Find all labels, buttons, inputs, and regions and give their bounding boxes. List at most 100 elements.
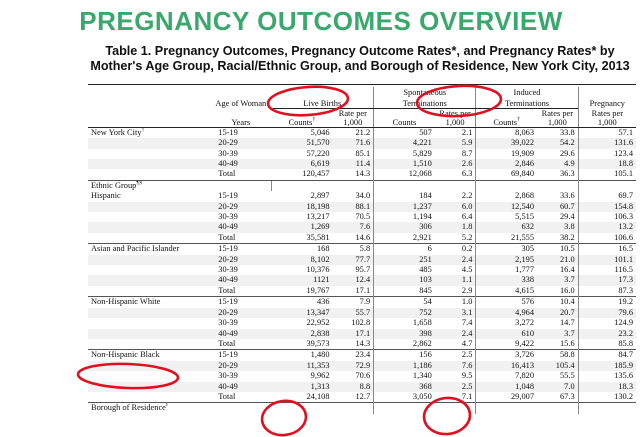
live-births-rate: 70.6 [355,371,371,381]
live-births-count: 18,198 [271,201,333,213]
induced-rate: 33.6 [559,191,575,201]
induced-rate: 60.7 [537,201,579,213]
pregnancy-rate: 18.8 [577,159,636,170]
live-births-count: 168 [271,243,333,255]
table-row: 30-39 9,962 70.6 1,340 9.5 7,820 55.5 135.6 [88,371,636,382]
age-cell: 20-29 [210,360,272,372]
table-row: 20-29 18,198 88.1 1,237 6.0 12,540 60.7 154.8 [88,201,636,213]
pregnancy-rate: 105.1 [577,169,636,181]
age-cell: 15-19 [210,296,272,308]
induced-count: 1,048 [475,381,538,392]
live-births-rate: 21.2 [332,126,374,139]
induced-rate: 38.2 [559,232,575,242]
live-births-rate: 12.4 [332,275,374,286]
row-group-label [88,328,211,339]
induced-rate: 20.7 [537,307,579,319]
induced-count: 16,413 [475,360,538,372]
induced-count: 19,909 [475,148,538,159]
spontaneous-rate: 2.5 [434,381,476,392]
table-row: 30-39 13,217 70.5 1,194 6.4 5,515 29.4 106.3 [88,212,636,223]
live-births-rate: 5.8 [332,243,374,255]
induced-rate: 16.0 [559,285,575,295]
induced-rate: 15.6 [559,338,575,348]
live-births-count: 436 [271,296,333,308]
borough-heading: Borough of Residence‖ [88,402,211,414]
induced-count: 12,540 [475,201,538,213]
page-title: PREGNANCY OUTCOMES OVERVIEW [79,6,563,36]
induced-count: 4,615 [475,285,538,297]
header-induced: Induced [475,87,579,98]
spontaneous-rate: 4.5 [461,265,473,275]
live-births-count: 51,570 [271,138,333,149]
spontaneous-count: 6 [373,243,435,255]
live-births-rate: 34.0 [355,191,371,201]
header-rates-per: Rates per 1,000 [577,108,636,128]
table-row: Non-Hispanic Black 15-19 1,480 23.4 156 2.5 3,… [88,349,636,361]
group-label: Asian and Pacific Islander [91,244,180,254]
spontaneous-count: 4,221 [373,138,435,149]
spontaneous-count: 306 [373,222,435,233]
row-group-label [88,360,211,372]
live-births-count: 10,376 [306,265,330,275]
live-births-rate: 14.3 [355,338,371,348]
age-cell: 15-19 [218,191,238,201]
pregnancy-rate: 69.7 [577,191,636,202]
age-cell: 20-29 [210,201,272,213]
row-group-label: Asian and Pacific Islander [88,243,211,255]
table-row: 40-49 2,838 17.1 398 2.4 610 3.7 23.2 [88,328,636,339]
borough-heading-text: Borough of Residence [91,403,166,413]
live-births-rate: 95.7 [355,265,371,275]
spontaneous-count: 752 [373,307,435,319]
table-row: Total 19,767 17.1 845 2.9 4,615 16.0 87.3 [88,285,636,297]
induced-count: 8,063 [475,126,538,139]
spontaneous-count: 103 [373,275,435,286]
age-cell: 30-39 [218,318,238,328]
live-births-rate: 55.7 [332,307,374,319]
spontaneous-count: 184 [373,191,435,202]
row-group-label [88,318,210,328]
live-births-count: 120,457 [302,169,330,179]
spontaneous-rate: 6.0 [434,201,476,213]
live-births-count: 1121 [271,275,333,286]
row-group-label: Non-Hispanic White [88,296,211,308]
pregnancy-rate: 124.9 [577,318,636,329]
table-row: Total 35,581 14.6 2,921 5.2 21,555 38.2 106.6 [88,232,636,244]
group-label: Hispanic [91,191,121,201]
age-cell: Total [218,232,236,242]
induced-rate: 21.0 [537,254,579,266]
induced-count: 3,272 [475,318,538,329]
header-years: Years [210,108,272,128]
live-births-count: 22,952 [306,318,330,328]
live-births-count: 1,313 [271,381,333,392]
spontaneous-rate: 1.1 [434,275,476,286]
age-cell: 40-49 [210,222,272,233]
spontaneous-rate: 2.6 [434,159,476,170]
live-births-count: 1,480 [271,349,333,361]
table-row: Total 120,457 14.3 12,068 6.3 69,840 36.3 105.1 [88,169,636,181]
spontaneous-rate: 2.2 [461,191,473,201]
age-cell: 30-39 [218,212,238,222]
induced-count: 29,007 [475,391,538,403]
table-row: Hispanic 15-19 2,897 34.0 184 2.2 2,868 33.6 69.… [88,191,636,202]
pregnancy-rate: 87.3 [577,285,636,297]
pregnancy-rate: 19.2 [577,296,636,308]
induced-rate: 33.8 [537,126,579,139]
live-births-rate: 7.9 [332,296,374,308]
table-row: 20-29 11,353 72.9 1,186 7.6 16,413 105.4 185.9 [88,360,636,372]
age-cell: Total [218,391,236,401]
live-births-count: 5,046 [271,126,333,139]
age-cell: 30-39 [218,371,238,381]
age-cell: 20-29 [210,138,272,149]
row-group-label [88,169,210,180]
pregnancy-rate: 79.6 [577,307,636,319]
induced-count: 2,846 [475,159,538,170]
table-row: New York City† 15-19 5,046 21.2 507 2.1 8,063 3… [88,126,636,139]
induced-count: 5,515 [475,212,538,223]
table-row: 40-49 1121 12.4 103 1.1 338 3.7 17.3 [88,275,636,286]
row-group-label: Non-Hispanic Black [88,349,211,361]
pregnancy-rate: 116.5 [577,265,636,276]
table-row: 30-39 22,952 102.8 1,658 7.4 3,272 14.7 124.9 [88,318,636,329]
row-group-label [88,392,210,403]
table-row: 20-29 51,570 71.6 4,221 5.9 39,022 54.2 131.6 [88,138,636,149]
live-births-rate: 12.7 [355,391,371,401]
